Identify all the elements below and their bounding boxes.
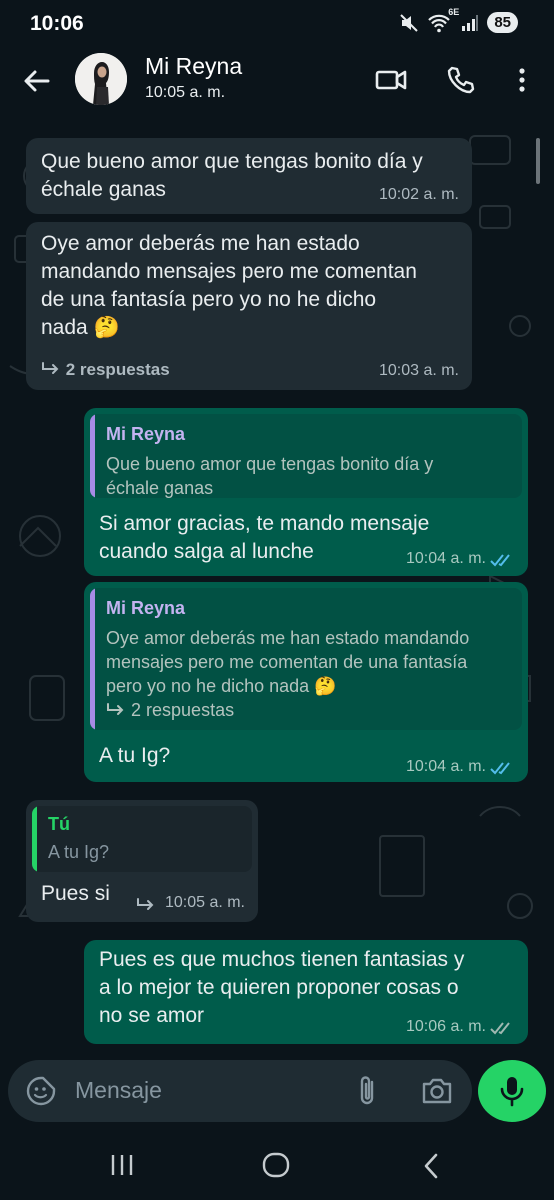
- message-text-line: de una fantasía pero yo no he dicho: [41, 288, 377, 311]
- message-bubble-outgoing[interactable]: Mi Reyna Que bueno amor que tengas bonit…: [84, 408, 528, 576]
- message-time: 10:06 a. m.: [405, 1018, 486, 1035]
- contact-last-seen: 10:05 a. m.: [145, 84, 226, 101]
- replies-label: 2 respuestas: [65, 360, 170, 379]
- message-placeholder: Mensaje: [75, 1077, 162, 1103]
- message-text-line: échale ganas: [41, 178, 166, 201]
- message-text-line: a lo mejor te quieren proponer cosas o: [99, 976, 459, 999]
- composer-bar: Mensaje: [0, 1060, 554, 1128]
- message-text-line: Oye amor deberás me han estado: [41, 232, 360, 255]
- attach-icon[interactable]: [353, 1074, 383, 1108]
- signal-icon: [462, 14, 479, 31]
- message-time: 10:03 a. m.: [378, 362, 459, 379]
- quote-author: Mi Reyna: [106, 424, 186, 444]
- battery-indicator: 85: [487, 12, 518, 33]
- quote-text-line: Oye amor deberás me han estado mandando: [106, 628, 470, 648]
- contact-name[interactable]: Mi Reyna: [145, 53, 242, 80]
- reply-arrow-icon: [137, 898, 154, 910]
- quoted-message[interactable]: Tú A tu Ig?: [32, 806, 252, 872]
- quote-text-line: mensajes pero me comentan de una fantasí…: [106, 652, 468, 672]
- double-check-icon: [490, 1022, 510, 1035]
- quote-replies: 2 respuestas: [106, 700, 234, 721]
- status-time: 10:06: [30, 12, 84, 35]
- status-bar: 10:06 6E 85: [0, 0, 554, 48]
- message-time: 10:04 a. m.: [405, 550, 486, 567]
- mic-icon: [500, 1077, 524, 1107]
- quote-text-line: A tu Ig?: [48, 842, 110, 862]
- back-icon[interactable]: [420, 1152, 444, 1180]
- home-icon[interactable]: [261, 1150, 291, 1180]
- status-icons: 6E 85: [399, 7, 518, 33]
- replies-link[interactable]: 2 respuestas: [41, 360, 170, 380]
- mic-button[interactable]: [478, 1060, 546, 1122]
- android-nav-bar: [0, 1130, 554, 1200]
- video-call-icon[interactable]: [373, 62, 409, 98]
- back-arrow-icon[interactable]: [20, 64, 54, 98]
- reply-arrow-icon: [107, 703, 124, 715]
- phone-icon[interactable]: [443, 62, 479, 98]
- double-check-icon: [490, 762, 510, 775]
- reply-arrow-icon: [42, 362, 59, 374]
- message-time: 10:04 a. m.: [405, 758, 486, 775]
- message-text-line: mandando mensajes pero me comentan: [41, 260, 417, 283]
- message-input[interactable]: Mensaje: [8, 1060, 472, 1122]
- message-bubble-incoming[interactable]: Que bueno amor que tengas bonito día y é…: [26, 138, 472, 214]
- message-text-line: nada 🤔: [41, 316, 120, 339]
- message-bubble-outgoing[interactable]: Pues es que muchos tienen fantasias y a …: [84, 940, 528, 1044]
- message-text-line: A tu Ig?: [99, 744, 171, 767]
- quoted-message[interactable]: Mi Reyna Oye amor deberás me han estado …: [90, 588, 522, 730]
- camera-icon[interactable]: [420, 1076, 454, 1106]
- more-options-icon[interactable]: [504, 62, 540, 98]
- message-text-line: Pues si: [41, 882, 110, 905]
- message-bubble-incoming[interactable]: Oye amor deberás me han estado mandando …: [26, 222, 472, 390]
- wifi-icon: 6E: [427, 7, 459, 33]
- message-text-line: Si amor gracias, te mando mensaje: [99, 512, 430, 535]
- message-bubble-outgoing[interactable]: Mi Reyna Oye amor deberás me han estado …: [84, 582, 528, 782]
- message-bubble-incoming[interactable]: Tú A tu Ig? Pues si 10:05 a. m.: [26, 800, 258, 922]
- quote-text-line: échale ganas: [106, 478, 214, 498]
- quote-replies-label: 2 respuestas: [131, 700, 235, 720]
- quote-text-line: pero yo no he dicho nada 🤔: [106, 676, 337, 696]
- avatar[interactable]: [75, 53, 127, 105]
- quote-text-line: Que bueno amor que tengas bonito día y: [106, 454, 434, 474]
- recent-apps-icon[interactable]: [108, 1152, 136, 1178]
- message-time: 10:02 a. m.: [378, 186, 459, 203]
- network-badge: 6E: [448, 6, 460, 17]
- quote-author: Tú: [48, 814, 70, 834]
- message-text-line: cuando salga al lunche: [99, 540, 314, 563]
- chat-area[interactable]: Que bueno amor que tengas bonito día y é…: [0, 116, 554, 1060]
- chat-header: Mi Reyna 10:05 a. m.: [0, 48, 554, 116]
- quoted-message[interactable]: Mi Reyna Que bueno amor que tengas bonit…: [90, 414, 522, 498]
- message-text-line: Que bueno amor que tengas bonito día y: [41, 150, 423, 173]
- mute-icon: [400, 13, 419, 32]
- quote-author: Mi Reyna: [106, 598, 186, 618]
- double-check-icon: [490, 554, 510, 567]
- sticker-icon[interactable]: [25, 1075, 57, 1107]
- message-time: 10:05 a. m.: [164, 894, 245, 911]
- message-text-line: Pues es que muchos tienen fantasias y: [99, 948, 465, 971]
- scrollbar[interactable]: [536, 138, 540, 184]
